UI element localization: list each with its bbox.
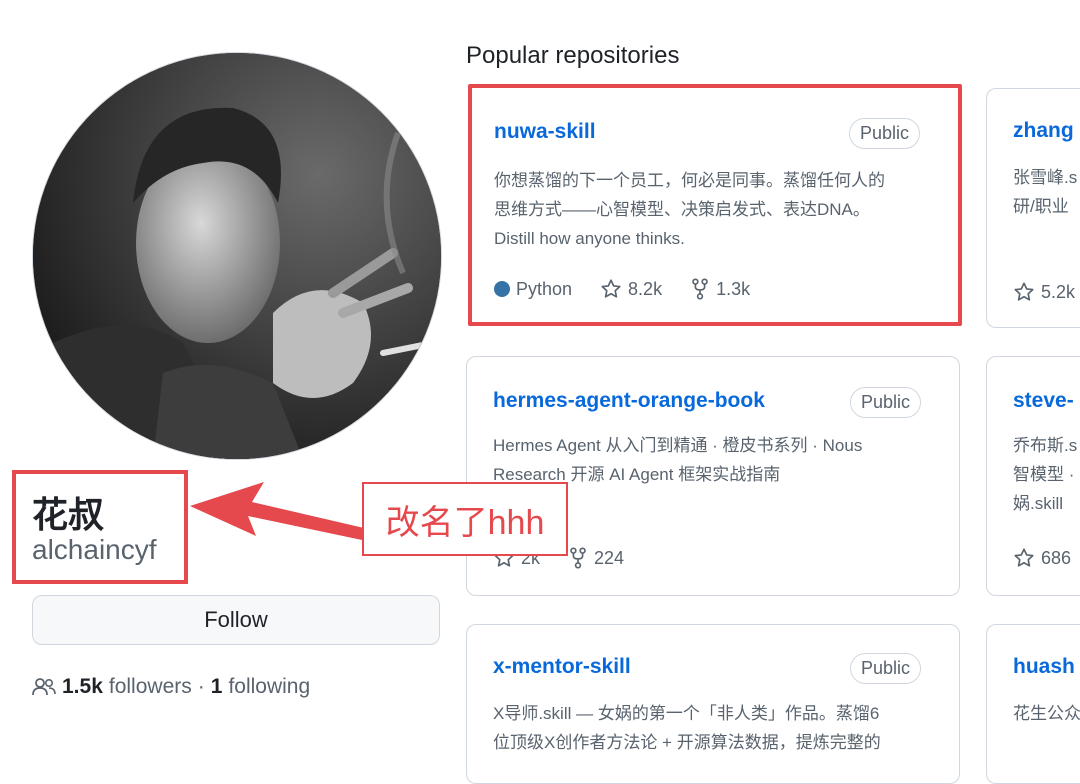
repo-card-zhang: zhang 张雪峰.s 研/职业 5.2k xyxy=(986,88,1080,328)
repo-card-x-mentor-skill: x-mentor-skill Public X导师.skill — 女娲的第一个… xyxy=(466,624,960,784)
repo-card-steve: steve- 乔布斯.s 智模型 · 娲.skill 686 xyxy=(986,356,1080,596)
repo-link[interactable]: zhang xyxy=(1013,119,1074,143)
repo-description: Hermes Agent 从入门到精通 · 橙皮书系列 · Nous Resea… xyxy=(493,436,863,484)
followers-link[interactable]: 1.5k followers xyxy=(62,675,192,699)
repo-description: 张雪峰.s 研/职业 xyxy=(1013,168,1078,216)
repo-link[interactable]: x-mentor-skill xyxy=(493,655,631,679)
repo-description: 你想蒸馏的下一个员工，何必是同事。蒸馏任何人的 思维方式——心智模型、决策启发式… xyxy=(494,171,885,248)
avatar-photo xyxy=(33,53,441,459)
stars-link[interactable]: 8.2k xyxy=(600,278,662,300)
following-link[interactable]: 1 following xyxy=(211,675,310,699)
display-name: 花叔 xyxy=(32,494,105,535)
visibility-badge: Public xyxy=(848,118,920,149)
star-icon xyxy=(1013,281,1035,303)
fork-icon xyxy=(568,547,588,569)
username: alchaincyf xyxy=(32,534,157,565)
stars-link[interactable]: 5.2k xyxy=(1013,281,1075,303)
repo-description: 乔布斯.s 智模型 · 娲.skill xyxy=(1013,436,1078,513)
section-title: Popular repositories xyxy=(466,42,680,69)
visibility-badge: Public xyxy=(849,387,921,418)
forks-link[interactable]: 224 xyxy=(568,547,624,569)
fork-icon xyxy=(690,278,710,300)
repo-meta: 5.2k xyxy=(1013,281,1075,303)
star-icon xyxy=(1013,547,1035,569)
avatar[interactable] xyxy=(32,52,442,460)
language-color-dot xyxy=(494,281,510,297)
stars-link[interactable]: 686 xyxy=(1013,547,1071,569)
visibility-badge: Public xyxy=(849,653,921,684)
rename-annotation: 改名了hhh xyxy=(362,482,568,556)
repo-card-huash: huash 花生公众 xyxy=(986,624,1080,784)
repo-link[interactable]: huash xyxy=(1013,655,1075,679)
repo-card-nuwa-skill: nuwa-skill Public 你想蒸馏的下一个员工，何必是同事。蒸馏任何人… xyxy=(468,84,962,326)
repo-link[interactable]: nuwa-skill xyxy=(494,120,596,144)
star-icon xyxy=(600,278,622,300)
repo-description: X导师.skill — 女娲的第一个「非人类」作品。蒸馏6 位顶级X创作者方法论… xyxy=(493,704,881,752)
follow-button[interactable]: Follow xyxy=(32,595,440,645)
repo-description: 花生公众 xyxy=(1013,704,1080,723)
repo-meta: Python 8.2k 1.3k xyxy=(494,278,750,300)
annotation-arrow xyxy=(190,482,364,540)
repo-link[interactable]: steve- xyxy=(1013,389,1074,413)
repo-card-hermes-agent-orange-book: hermes-agent-orange-book Public Hermes A… xyxy=(466,356,960,596)
people-icon xyxy=(32,677,56,697)
repo-meta: 686 xyxy=(1013,547,1071,569)
follow-stats: 1.5k followers · 1 following xyxy=(32,675,310,699)
forks-link[interactable]: 1.3k xyxy=(690,278,750,300)
language: Python xyxy=(494,279,572,300)
repo-link[interactable]: hermes-agent-orange-book xyxy=(493,389,765,413)
